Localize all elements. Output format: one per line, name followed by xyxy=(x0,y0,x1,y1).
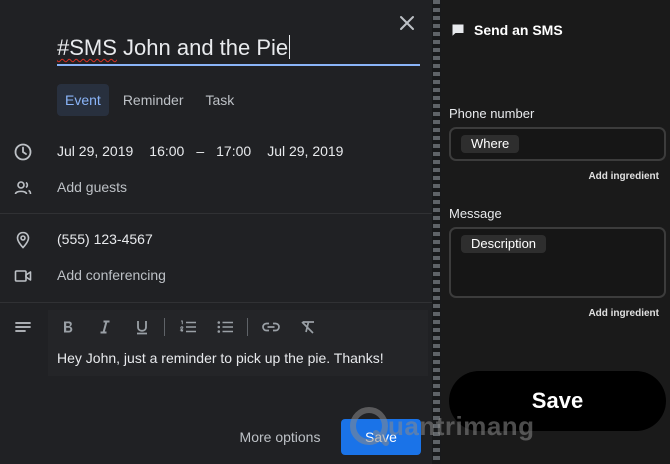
end-time[interactable]: 17:00 xyxy=(216,143,251,159)
event-type-tabs: Event Reminder Task xyxy=(57,84,242,116)
sms-action-panel: Send an SMS Phone number Where Add ingre… xyxy=(441,0,670,464)
location-row[interactable]: (555) 123-4567 xyxy=(0,229,432,251)
underline-button[interactable] xyxy=(131,316,153,338)
bulleted-list-button[interactable] xyxy=(214,316,236,338)
video-icon xyxy=(14,270,32,282)
link-icon xyxy=(262,322,280,332)
formatting-toolbar xyxy=(57,316,334,338)
tab-event[interactable]: Event xyxy=(57,84,109,116)
description-ingredient-chip[interactable]: Description xyxy=(461,235,547,253)
time-dash: – xyxy=(196,143,205,159)
toolbar-separator xyxy=(164,318,165,336)
datetime-fields: Jul 29, 2019 16:00 – 17:00 Jul 29, 2019 xyxy=(57,143,359,159)
conferencing-row[interactable]: Add conferencing xyxy=(0,265,432,287)
clear-format-button[interactable] xyxy=(297,316,319,338)
clear-format-icon xyxy=(301,321,314,334)
add-ingredient-button[interactable]: Add ingredient xyxy=(588,171,659,182)
save-button[interactable]: Save xyxy=(341,419,421,455)
start-time[interactable]: 16:00 xyxy=(149,143,184,159)
add-conferencing-button[interactable]: Add conferencing xyxy=(57,267,166,283)
event-title-input[interactable]: #SMS John and the Pie xyxy=(57,30,420,66)
bulleted-list-icon xyxy=(217,321,233,333)
clock-icon xyxy=(14,143,32,161)
location-field[interactable]: (555) 123-4567 xyxy=(57,231,153,247)
sms-bubble-icon xyxy=(452,24,464,36)
more-options-button[interactable]: More options xyxy=(228,422,332,452)
numbered-list-button[interactable] xyxy=(177,316,199,338)
message-label: Message xyxy=(449,206,502,221)
add-ingredient-button[interactable]: Add ingredient xyxy=(588,308,659,319)
location-icon xyxy=(16,231,30,249)
phone-number-field[interactable]: Where xyxy=(449,127,666,161)
start-date[interactable]: Jul 29, 2019 xyxy=(57,143,133,159)
underline-icon xyxy=(137,321,147,335)
text-caret xyxy=(289,35,291,59)
tab-task[interactable]: Task xyxy=(198,84,243,116)
add-guests-field[interactable]: Add guests xyxy=(57,179,127,195)
sms-action-title: Send an SMS xyxy=(474,22,563,38)
bold-button[interactable] xyxy=(57,316,79,338)
sms-action-header: Send an SMS xyxy=(451,22,563,38)
italic-icon xyxy=(100,320,110,334)
title-hashtag: #SMS xyxy=(57,35,117,60)
bold-icon xyxy=(64,321,73,333)
title-rest: John and the Pie xyxy=(116,35,289,60)
phone-number-label: Phone number xyxy=(449,106,535,121)
section-divider xyxy=(0,213,432,214)
link-button[interactable] xyxy=(260,316,282,338)
toolbar-separator xyxy=(247,318,248,336)
panel-divider xyxy=(433,0,440,464)
guests-row[interactable]: Add guests xyxy=(0,177,432,199)
italic-button[interactable] xyxy=(94,316,116,338)
numbered-list-icon xyxy=(179,320,196,333)
section-divider xyxy=(0,302,432,303)
end-date[interactable]: Jul 29, 2019 xyxy=(267,143,343,159)
tab-reminder[interactable]: Reminder xyxy=(115,84,192,116)
description-text[interactable]: Hey John, just a reminder to pick up the… xyxy=(57,350,384,366)
event-editor: #SMS John and the Pie Event Reminder Tas… xyxy=(0,0,432,464)
message-field[interactable]: Description xyxy=(449,227,666,298)
people-icon xyxy=(14,181,32,195)
action-save-button[interactable]: Save xyxy=(449,371,666,431)
event-title-text[interactable]: #SMS John and the Pie xyxy=(57,30,420,66)
where-ingredient-chip[interactable]: Where xyxy=(461,135,520,153)
notes-icon xyxy=(15,322,31,332)
